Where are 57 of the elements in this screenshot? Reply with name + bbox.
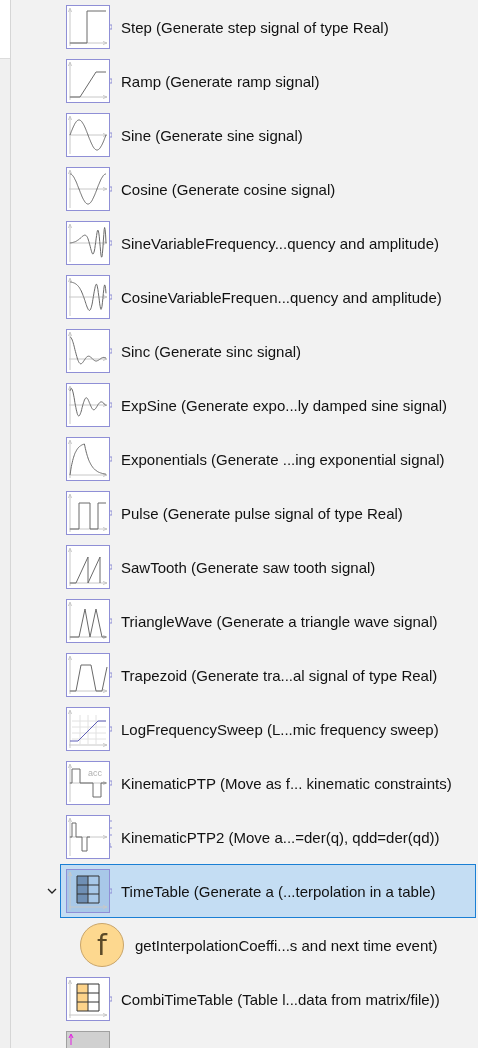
tree-item[interactable]: SineVariableFrequency...quency and amplitude): [60, 216, 476, 270]
ramp-graph-icon: [66, 59, 112, 103]
tree-item[interactable]: CosineVariableFrequen...quency and amplitude): [60, 270, 476, 324]
chirp-wave-icon: [66, 275, 112, 319]
item-label: LogFrequencySweep (L...mic frequency sweep): [121, 720, 439, 738]
item-label: TriangleWave (Generate a triangle wave signal): [121, 612, 438, 630]
tree-item[interactable]: Cosine (Generate cosine signal): [60, 162, 476, 216]
step-graph-icon: [66, 5, 112, 49]
item-label: Sine (Generate sine signal): [121, 126, 303, 144]
decay-curve-icon: [66, 437, 112, 481]
table-icon: [66, 977, 112, 1021]
tree-item[interactable]: SawTooth (Generate saw tooth signal): [60, 540, 476, 594]
tree-item[interactable]: ExpSine (Generate expo...ly damped sine signal): [60, 378, 476, 432]
item-label: CosineVariableFrequen...quency and amplitude): [121, 288, 442, 306]
trapezoid-wave-icon: [66, 653, 112, 697]
tree-item[interactable]: Pulse (Generate pulse signal of type Real): [60, 486, 476, 540]
item-label: Step (Generate step signal of type Real): [121, 18, 389, 36]
table-icon: [66, 869, 112, 913]
tree-item[interactable]: Ramp (Generate ramp signal): [60, 54, 476, 108]
tree-item[interactable]: KinematicPTP2 (Move a...=der(q), qdd=der(qd)): [60, 810, 476, 864]
triangle-wave-icon: [66, 599, 112, 643]
tree-item[interactable]: TimeTable (Generate a (...terpolation in a table): [60, 864, 476, 918]
tree-item[interactable]: TriangleWave (Generate a triangle wave signal): [60, 594, 476, 648]
item-label: KinematicPTP (Move as f... kinematic constraints): [121, 774, 452, 792]
item-label: ExpSine (Generate expo...ly damped sine signal): [121, 396, 447, 414]
cosine-wave-icon: [66, 167, 112, 211]
item-label: Ramp (Generate ramp signal): [121, 72, 320, 90]
damped-wave-icon: [66, 383, 112, 427]
tree-item[interactable]: Sinc (Generate sinc signal): [60, 324, 476, 378]
item-label: CombiTimeTable (Table l...data from matrix/file)): [121, 990, 440, 1008]
tree-item[interactable]: Step (Generate step signal of type Real): [60, 0, 476, 54]
tree-item[interactable]: Sine (Generate sine signal): [60, 108, 476, 162]
item-label: Trapezoid (Generate tra...al signal of type Real): [121, 666, 438, 684]
function-icon: f: [80, 923, 126, 967]
tree-item[interactable]: Exponentials (Generate ...ing exponential signal): [60, 432, 476, 486]
item-label: SawTooth (Generate saw tooth signal): [121, 558, 376, 576]
sawtooth-wave-icon: [66, 545, 112, 589]
tree-item[interactable]: acc KinematicPTP (Move as f... kinematic constraints): [60, 756, 476, 810]
tree-item[interactable]: LogFrequencySweep (L...mic frequency sweep): [60, 702, 476, 756]
item-label: Exponentials (Generate ...ing exponential signal): [121, 450, 445, 468]
sweep-graph-icon: [66, 707, 112, 751]
tree-item[interactable]: Trapezoid (Generate tra...al signal of type Real): [60, 648, 476, 702]
item-label: getInterpolationCoeffi...s and next time event): [135, 936, 438, 954]
item-label: TimeTable (Generate a (...terpolation in a table): [121, 882, 436, 900]
item-label: Cosine (Generate cosine signal): [121, 180, 336, 198]
item-label: Sinc (Generate sinc signal): [121, 342, 302, 360]
acceleration-graph-icon: acc: [66, 761, 112, 805]
sine-wave-icon: [66, 113, 112, 157]
sinc-wave-icon: [66, 329, 112, 373]
chirp-wave-icon: [66, 221, 112, 265]
item-label: Pulse (Generate pulse signal of type Real): [121, 504, 403, 522]
tree-item[interactable]: CombiTimeTable (Table l...data from matrix/file)): [60, 972, 476, 1026]
acceleration-graph-icon: [66, 815, 112, 859]
pulse-wave-icon: [66, 491, 112, 535]
tree-item[interactable]: f getInterpolationCoeffi...s and next time event): [74, 918, 476, 972]
item-label: SineVariableFrequency...quency and amplitude): [121, 234, 439, 252]
item-label: KinematicPTP2 (Move a...=der(q), qdd=der(qd)): [121, 828, 440, 846]
